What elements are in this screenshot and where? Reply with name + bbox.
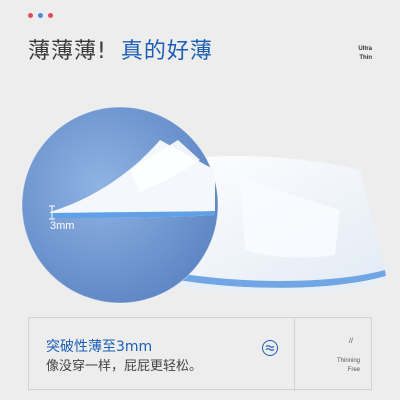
side-tag: Ultra Thin [358, 45, 372, 63]
thickness-label: 3mm [50, 220, 75, 232]
info-divider [294, 318, 295, 391]
wave-circle-icon [262, 340, 278, 356]
magnify-circle [21, 106, 219, 304]
info-tag-line1: Thinning [336, 358, 360, 364]
slash-mark: // [349, 338, 353, 345]
side-tag-line2: Thin [359, 55, 372, 61]
dot-2 [38, 13, 43, 18]
side-tag-line1: Ultra [358, 46, 372, 52]
info-tag-line2: Free [347, 367, 360, 373]
headline: 薄薄薄! 真的好薄 [28, 33, 213, 65]
dot-3 [48, 13, 53, 18]
dot-1 [28, 13, 33, 18]
info-subtitle: 像没穿一样，屁屁更轻松。 [46, 359, 203, 374]
info-title: 突破性薄至3mm [46, 339, 153, 355]
headline-claim: 真的好薄 [120, 39, 213, 64]
info-tag: Thinning Free [337, 357, 360, 375]
info-box: 突破性薄至3mm 像没穿一样，屁屁更轻松。 // Thinning Free [28, 317, 372, 391]
headline-emphasis: 薄薄薄! [28, 39, 107, 64]
decorative-dots [28, 13, 53, 18]
